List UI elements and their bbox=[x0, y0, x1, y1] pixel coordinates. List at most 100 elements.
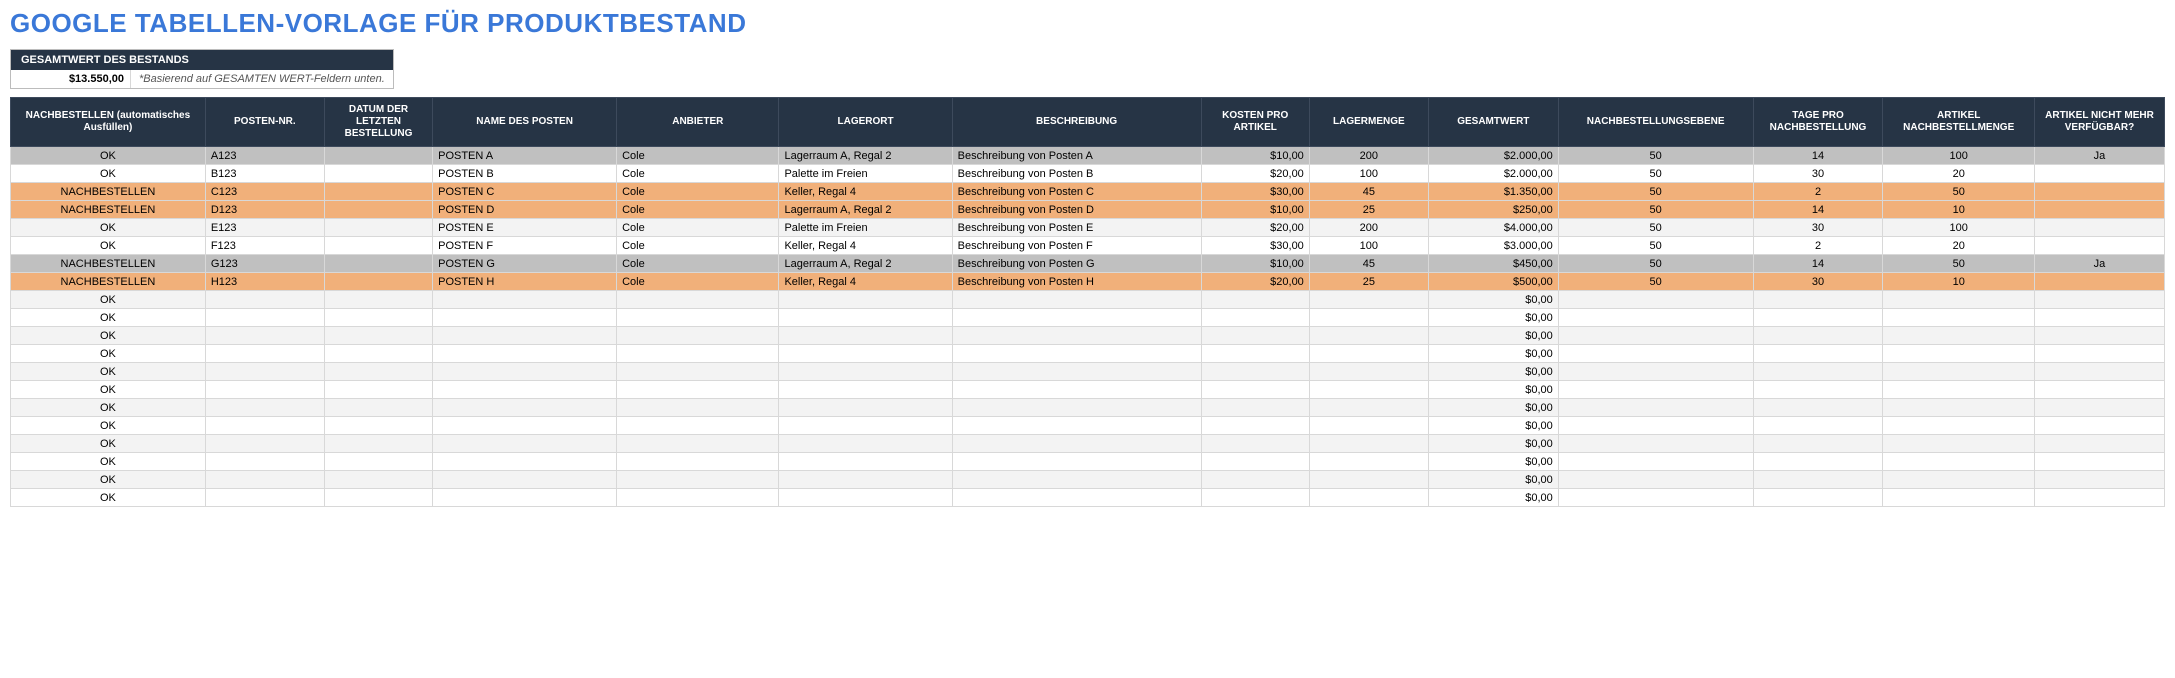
table-row[interactable]: OK$0,00 bbox=[11, 399, 2165, 417]
cell-disc[interactable] bbox=[2034, 345, 2164, 363]
cell-total[interactable]: $2.000,00 bbox=[1428, 165, 1558, 183]
cell-disc[interactable] bbox=[2034, 453, 2164, 471]
cell-cost[interactable]: $30,00 bbox=[1201, 183, 1309, 201]
cell-date[interactable] bbox=[324, 345, 432, 363]
cell-total[interactable]: $3.000,00 bbox=[1428, 237, 1558, 255]
cell-disc[interactable]: Ja bbox=[2034, 255, 2164, 273]
cell-cost[interactable] bbox=[1201, 309, 1309, 327]
cell-reqty[interactable] bbox=[1883, 435, 2035, 453]
cell-name[interactable]: POSTEN F bbox=[433, 237, 617, 255]
cell-description[interactable] bbox=[952, 453, 1201, 471]
cell-location[interactable] bbox=[779, 291, 952, 309]
cell-disc[interactable] bbox=[2034, 327, 2164, 345]
cell-cost[interactable] bbox=[1201, 435, 1309, 453]
cell-qty[interactable]: 45 bbox=[1309, 255, 1428, 273]
cell-disc[interactable] bbox=[2034, 417, 2164, 435]
cell-location[interactable] bbox=[779, 417, 952, 435]
cell-item[interactable]: D123 bbox=[205, 201, 324, 219]
cell-cost[interactable]: $20,00 bbox=[1201, 219, 1309, 237]
cell-cost[interactable] bbox=[1201, 489, 1309, 507]
cell-name[interactable]: POSTEN G bbox=[433, 255, 617, 273]
cell-reorder[interactable]: OK bbox=[11, 165, 206, 183]
cell-reorder[interactable]: NACHBESTELLEN bbox=[11, 183, 206, 201]
cell-date[interactable] bbox=[324, 435, 432, 453]
cell-level[interactable]: 50 bbox=[1558, 201, 1753, 219]
cell-item[interactable] bbox=[205, 453, 324, 471]
cell-level[interactable]: 50 bbox=[1558, 273, 1753, 291]
cell-level[interactable] bbox=[1558, 363, 1753, 381]
cell-qty[interactable]: 25 bbox=[1309, 201, 1428, 219]
cell-item[interactable] bbox=[205, 471, 324, 489]
cell-total[interactable]: $0,00 bbox=[1428, 399, 1558, 417]
table-row[interactable]: OK$0,00 bbox=[11, 309, 2165, 327]
cell-disc[interactable] bbox=[2034, 399, 2164, 417]
cell-cost[interactable] bbox=[1201, 291, 1309, 309]
table-row[interactable]: OKB123POSTEN BColePalette im FreienBesch… bbox=[11, 165, 2165, 183]
cell-total[interactable]: $0,00 bbox=[1428, 345, 1558, 363]
cell-location[interactable] bbox=[779, 453, 952, 471]
cell-qty[interactable]: 45 bbox=[1309, 183, 1428, 201]
cell-reqty[interactable] bbox=[1883, 381, 2035, 399]
cell-reqty[interactable] bbox=[1883, 327, 2035, 345]
cell-total[interactable]: $450,00 bbox=[1428, 255, 1558, 273]
cell-location[interactable]: Keller, Regal 4 bbox=[779, 237, 952, 255]
cell-date[interactable] bbox=[324, 453, 432, 471]
table-row[interactable]: OKE123POSTEN EColePalette im FreienBesch… bbox=[11, 219, 2165, 237]
cell-item[interactable]: A123 bbox=[205, 147, 324, 165]
cell-days[interactable]: 14 bbox=[1753, 255, 1883, 273]
cell-level[interactable] bbox=[1558, 453, 1753, 471]
cell-level[interactable]: 50 bbox=[1558, 255, 1753, 273]
cell-reorder[interactable]: NACHBESTELLEN bbox=[11, 255, 206, 273]
cell-qty[interactable] bbox=[1309, 381, 1428, 399]
cell-name[interactable] bbox=[433, 417, 617, 435]
cell-days[interactable] bbox=[1753, 399, 1883, 417]
cell-name[interactable] bbox=[433, 291, 617, 309]
cell-location[interactable] bbox=[779, 435, 952, 453]
cell-item[interactable] bbox=[205, 309, 324, 327]
cell-location[interactable] bbox=[779, 363, 952, 381]
cell-total[interactable]: $250,00 bbox=[1428, 201, 1558, 219]
cell-location[interactable]: Lagerraum A, Regal 2 bbox=[779, 255, 952, 273]
cell-location[interactable] bbox=[779, 471, 952, 489]
cell-name[interactable] bbox=[433, 435, 617, 453]
cell-date[interactable] bbox=[324, 183, 432, 201]
cell-cost[interactable] bbox=[1201, 471, 1309, 489]
cell-reqty[interactable] bbox=[1883, 291, 2035, 309]
cell-vendor[interactable]: Cole bbox=[617, 183, 779, 201]
cell-reorder[interactable]: OK bbox=[11, 453, 206, 471]
cell-cost[interactable] bbox=[1201, 381, 1309, 399]
cell-qty[interactable] bbox=[1309, 453, 1428, 471]
cell-level[interactable] bbox=[1558, 471, 1753, 489]
cell-reorder[interactable]: OK bbox=[11, 291, 206, 309]
cell-date[interactable] bbox=[324, 381, 432, 399]
cell-vendor[interactable] bbox=[617, 345, 779, 363]
cell-reorder[interactable]: NACHBESTELLEN bbox=[11, 273, 206, 291]
cell-reqty[interactable]: 10 bbox=[1883, 273, 2035, 291]
cell-item[interactable] bbox=[205, 363, 324, 381]
cell-vendor[interactable] bbox=[617, 327, 779, 345]
cell-item[interactable] bbox=[205, 489, 324, 507]
table-row[interactable]: OKA123POSTEN AColeLagerraum A, Regal 2Be… bbox=[11, 147, 2165, 165]
table-row[interactable]: OK$0,00 bbox=[11, 381, 2165, 399]
cell-disc[interactable] bbox=[2034, 201, 2164, 219]
cell-description[interactable] bbox=[952, 309, 1201, 327]
cell-location[interactable] bbox=[779, 345, 952, 363]
cell-description[interactable]: Beschreibung von Posten G bbox=[952, 255, 1201, 273]
cell-reorder[interactable]: OK bbox=[11, 435, 206, 453]
cell-date[interactable] bbox=[324, 489, 432, 507]
cell-cost[interactable]: $10,00 bbox=[1201, 147, 1309, 165]
cell-date[interactable] bbox=[324, 309, 432, 327]
table-row[interactable]: OK$0,00 bbox=[11, 291, 2165, 309]
cell-name[interactable]: POSTEN D bbox=[433, 201, 617, 219]
cell-reqty[interactable] bbox=[1883, 471, 2035, 489]
cell-name[interactable] bbox=[433, 345, 617, 363]
cell-item[interactable]: G123 bbox=[205, 255, 324, 273]
cell-date[interactable] bbox=[324, 255, 432, 273]
cell-vendor[interactable] bbox=[617, 363, 779, 381]
cell-date[interactable] bbox=[324, 273, 432, 291]
cell-date[interactable] bbox=[324, 327, 432, 345]
cell-description[interactable]: Beschreibung von Posten C bbox=[952, 183, 1201, 201]
cell-reqty[interactable]: 10 bbox=[1883, 201, 2035, 219]
cell-qty[interactable] bbox=[1309, 417, 1428, 435]
cell-cost[interactable]: $20,00 bbox=[1201, 165, 1309, 183]
